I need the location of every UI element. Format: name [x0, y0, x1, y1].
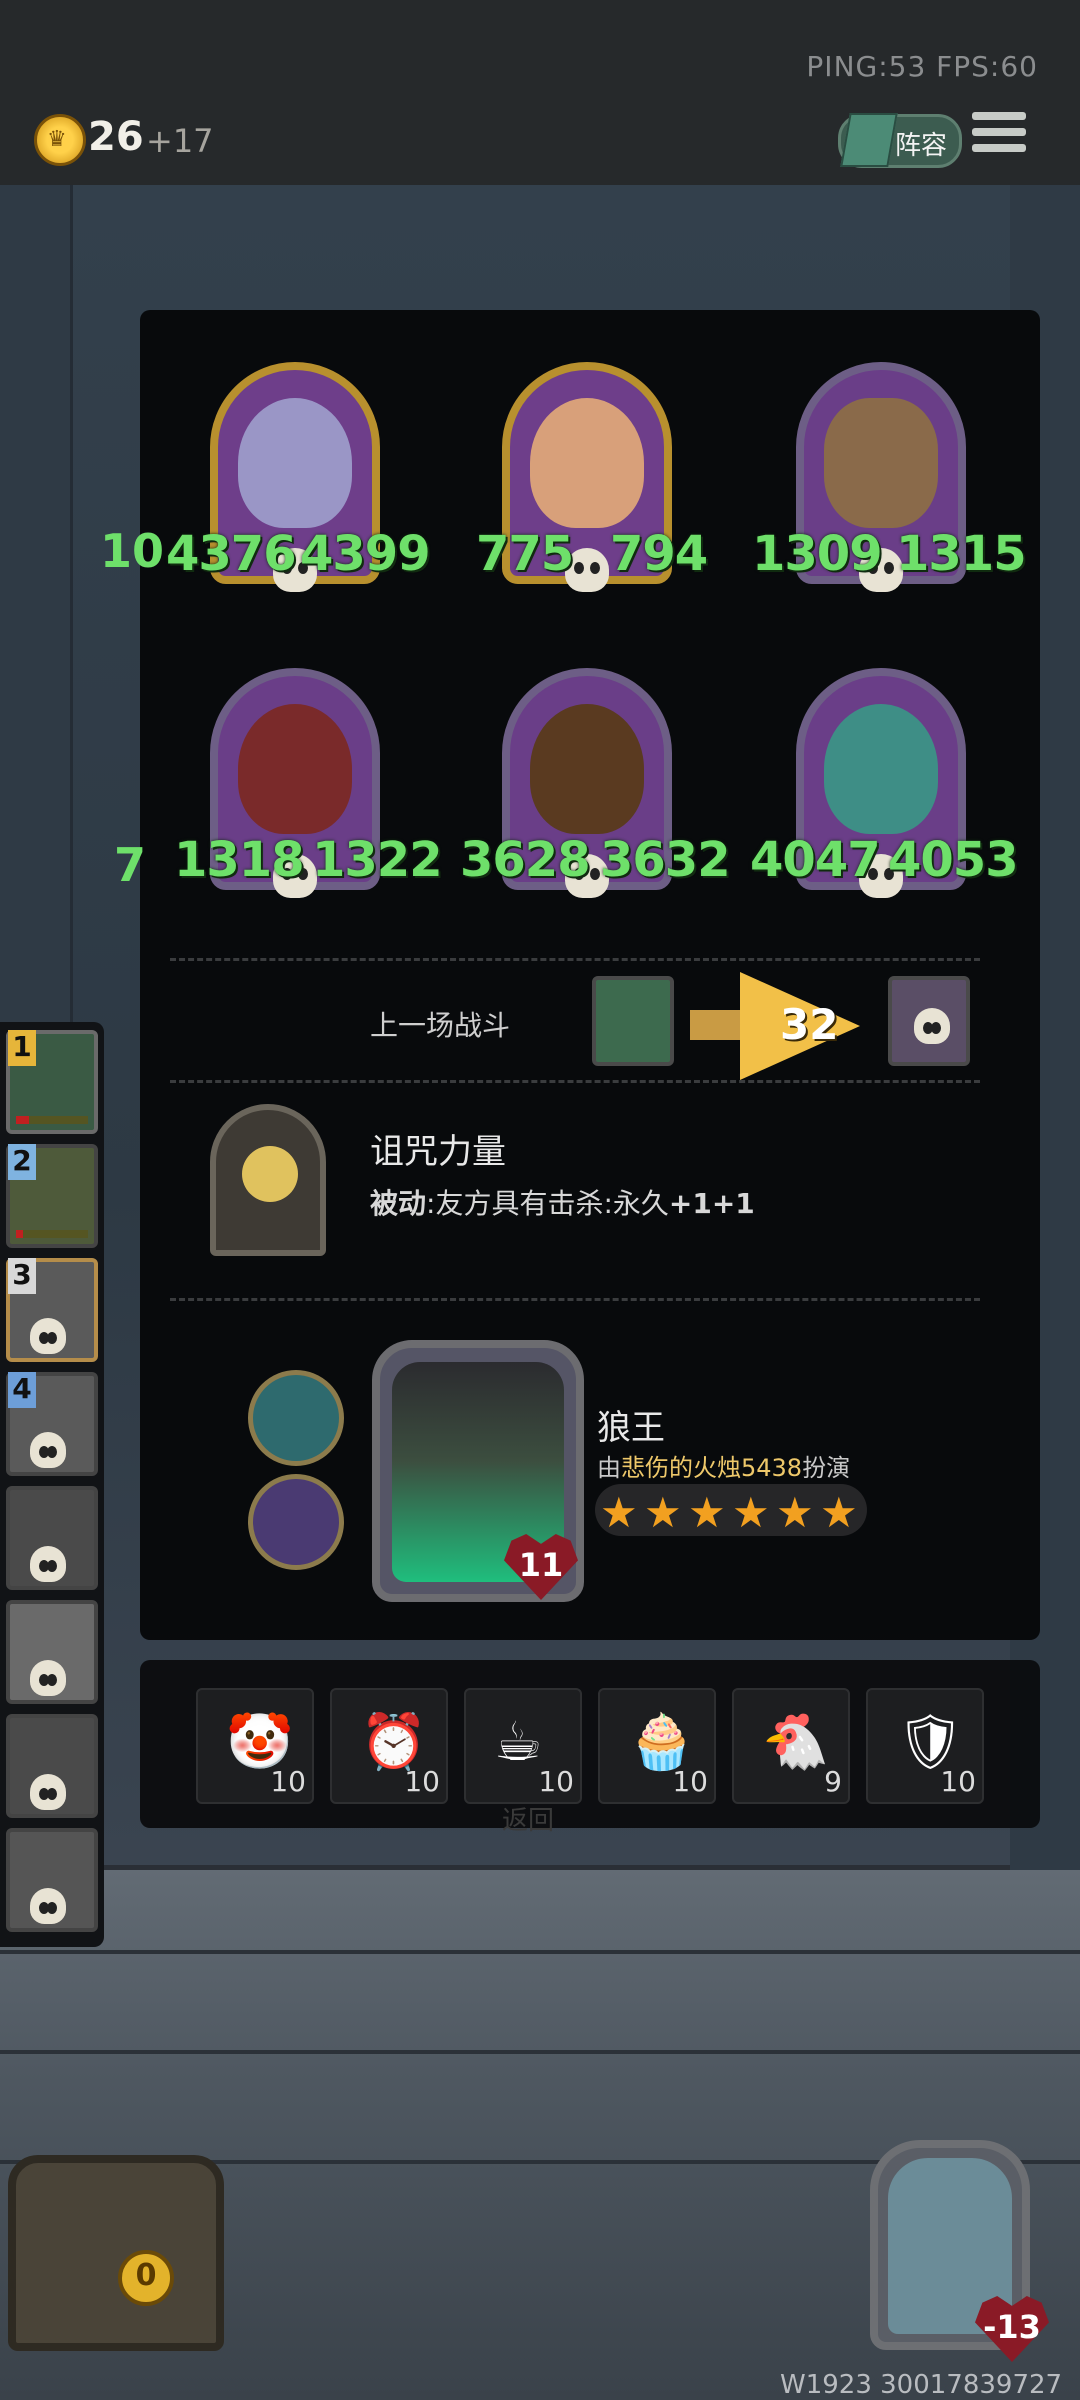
leaderboard-slot-7[interactable]	[6, 1714, 98, 1818]
offscreen-stat: 7	[114, 838, 147, 892]
star-icon: ★	[732, 1488, 770, 1537]
chicken-icon: 🐔	[762, 1710, 830, 1773]
last-battle-opponent-hero[interactable]	[888, 976, 970, 1066]
hamburger-icon	[972, 112, 1026, 120]
skull-icon	[30, 1432, 66, 1468]
skull-icon	[30, 1888, 66, 1924]
leaderboard-slot-6[interactable]	[6, 1600, 98, 1704]
hero-name: 狼王	[597, 1408, 665, 1448]
divider	[170, 958, 980, 961]
divider	[170, 1298, 980, 1301]
menu-button[interactable]	[972, 112, 1026, 160]
teacup-icon: ☕	[494, 1710, 543, 1773]
book-icon	[840, 113, 898, 167]
passive-label: 被动	[370, 1187, 427, 1220]
curse-body: :友方具有击杀:永久	[426, 1187, 669, 1220]
attack-value: 3628	[460, 832, 591, 888]
offscreen-stat: 10	[100, 524, 165, 578]
leaderboard-slot-3[interactable]: 3	[6, 1258, 98, 1362]
divider	[170, 1080, 980, 1083]
skull-icon	[30, 1774, 66, 1810]
skull-icon	[30, 1546, 66, 1582]
item-slot[interactable]: 🛡 10	[866, 1688, 984, 1804]
attack-value: 4047	[750, 832, 881, 888]
rank-badge: 4	[8, 1372, 36, 1408]
hero-health-badge: 11	[504, 1534, 578, 1602]
last-battle-own-hero[interactable]	[592, 976, 674, 1066]
hooded-portrait	[530, 704, 644, 834]
star-icon: ★	[820, 1488, 858, 1537]
lineup-button[interactable]: 阵容	[838, 113, 962, 168]
item-count: 10	[270, 1765, 306, 1798]
health-bar	[16, 1230, 88, 1238]
gold-amount: 26	[88, 114, 144, 160]
star-icon: ★	[644, 1488, 682, 1537]
lineup-label: 阵容	[894, 131, 947, 161]
ping-fps-readout: PING:53 FPS:60	[806, 50, 1038, 83]
health-value: 4399	[300, 526, 431, 582]
played-prefix: 由	[597, 1454, 621, 1482]
back-label[interactable]: 返回	[502, 1800, 554, 1837]
item-count: 9	[824, 1765, 842, 1798]
star-icon: ★	[600, 1488, 638, 1537]
skull-icon	[914, 1008, 950, 1044]
skull-icon	[30, 1318, 66, 1354]
player-health-badge: -13	[975, 2296, 1049, 2364]
gold-income: +17	[146, 122, 214, 160]
spirit-portrait	[824, 704, 938, 834]
leaderboard-slot-4[interactable]: 4	[6, 1372, 98, 1476]
hero-health-value: 11	[518, 1546, 564, 1584]
item-slot[interactable]: 🐔 9	[732, 1688, 850, 1804]
attack-value: 1318	[174, 832, 305, 888]
item-slot[interactable]: 🧁 10	[598, 1688, 716, 1804]
robot-portrait	[824, 398, 938, 528]
attack-value: 775	[476, 526, 574, 582]
curse-bonus: +1+1	[668, 1187, 755, 1220]
health-value: 4053	[888, 832, 1019, 888]
curse-description: 被动:友方具有击杀:永久+1+1	[370, 1182, 755, 1222]
moon-wolf-icon	[242, 1146, 298, 1202]
item-count: 10	[672, 1765, 708, 1798]
skull-icon	[30, 1660, 66, 1696]
hero-played-by: 由悲伤的火烛5438扮演	[597, 1448, 850, 1483]
leaderboard-slot-1[interactable]: 1	[6, 1030, 98, 1134]
leaderboard-slot-8[interactable]	[6, 1828, 98, 1932]
attack-value: 4376	[166, 526, 297, 582]
chest-count: 0	[135, 2258, 157, 2293]
health-bar	[16, 1116, 88, 1124]
item-slot[interactable]: ☕ 10	[464, 1688, 582, 1804]
assassin-portrait	[238, 704, 352, 834]
item-count: 10	[538, 1765, 574, 1798]
wizard-portrait	[238, 398, 352, 528]
attack-value: 1309	[752, 526, 883, 582]
played-suffix: 扮演	[802, 1454, 851, 1482]
star-icon: ★	[688, 1488, 726, 1537]
health-value: 794	[610, 526, 708, 582]
item-count: 10	[404, 1765, 440, 1798]
player-name: 悲伤的火烛5438	[621, 1454, 803, 1482]
leaderboard-slot-2[interactable]: 2	[6, 1144, 98, 1248]
rank-badge: 2	[8, 1144, 36, 1180]
item-count: 10	[940, 1765, 976, 1798]
player-health-value: -13	[983, 2308, 1041, 2346]
health-value: 1322	[312, 832, 443, 888]
last-battle-label: 上一场战斗	[370, 1009, 511, 1042]
player-id-footer: W1923 30017839727	[780, 2370, 1063, 2400]
item-slot[interactable]: ⏰ 10	[330, 1688, 448, 1804]
curse-title: 诅咒力量	[370, 1132, 506, 1172]
rank-badge: 3	[8, 1258, 36, 1294]
health-value: 3632	[600, 832, 731, 888]
damage-value: 32	[780, 1000, 839, 1049]
curse-power-icon[interactable]	[210, 1104, 326, 1256]
treasure-chest-button[interactable]	[8, 2155, 224, 2351]
quest-reward-icon[interactable]	[248, 1474, 344, 1570]
item-slot[interactable]: 🤡 10	[196, 1688, 314, 1804]
cyborg-portrait	[530, 398, 644, 528]
health-value: 1315	[896, 526, 1027, 582]
hero-power-icon[interactable]	[248, 1370, 344, 1466]
star-icon: ★	[776, 1488, 814, 1537]
gold-coin-icon: ♛	[34, 114, 86, 166]
leaderboard-slot-5[interactable]	[6, 1486, 98, 1590]
rank-badge: 1	[8, 1030, 36, 1066]
